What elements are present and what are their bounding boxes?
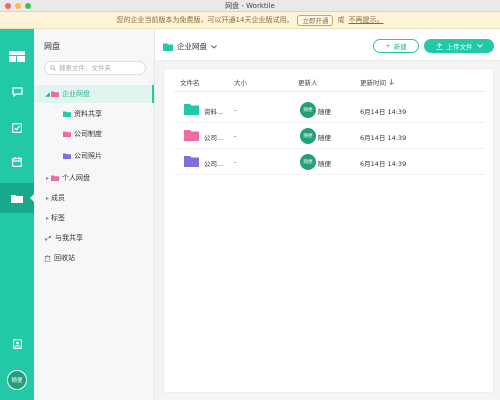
folder-icon <box>63 153 71 159</box>
sidebar-item-company-photos[interactable]: 公司照片 <box>34 147 154 165</box>
share-icon <box>44 235 52 241</box>
sidebar-item-recycle-bin[interactable]: 回收站 <box>34 249 154 267</box>
column-header-updater[interactable]: 更新人 <box>298 77 318 87</box>
sort-desc-icon <box>389 79 394 85</box>
avatar: 随便 <box>7 370 27 390</box>
sidebar-item-label: 公司照片 <box>74 152 102 160</box>
toolbar: 企业网盘 + 新建 上传文件 <box>155 29 500 61</box>
expand-arrow-icon[interactable]: ▸ <box>44 195 51 202</box>
new-button[interactable]: + 新建 <box>373 39 419 53</box>
sidebar-item-members[interactable]: ▸ 成员 <box>34 189 154 207</box>
sidebar-item-shared-with-me[interactable]: 与我共享 <box>34 229 154 247</box>
folder-icon <box>51 175 59 181</box>
sidebar-item-label: 标签 <box>51 214 65 222</box>
dismiss-banner-link[interactable]: 不再提示。 <box>348 15 383 25</box>
task-icon[interactable] <box>0 113 34 143</box>
sidebar-item-label: 企业网盘 <box>62 90 90 98</box>
banner-text: 您的企业当前版本为免费版，可以开通14天企业版试用。 <box>116 16 294 24</box>
file-name[interactable]: 公司... <box>204 132 223 142</box>
selected-indicator <box>152 85 154 103</box>
sidebar-item-label: 公司制度 <box>74 130 102 138</box>
window-title: 网盘 - Worktile <box>225 1 275 10</box>
banner-or-text: 或 <box>337 16 345 24</box>
column-header-size[interactable]: 大小 <box>234 77 247 87</box>
sidebar-item-label: 回收站 <box>54 254 75 262</box>
expand-arrow-icon[interactable]: ▸ <box>44 175 51 182</box>
minimize-window-button[interactable] <box>15 3 21 9</box>
column-header-label: 更新时间 <box>360 79 386 87</box>
folder-icon <box>184 156 199 167</box>
sidebar-item-tags[interactable]: ▸ 标签 <box>34 209 154 227</box>
sidebar-item-shared-docs[interactable]: 资料共享 <box>34 105 154 123</box>
expand-arrow-icon[interactable]: ◢ <box>44 91 51 98</box>
sidebar-item-label: 成员 <box>51 194 65 202</box>
new-button-label: 新建 <box>393 43 407 51</box>
table-row[interactable]: 资料... - 随便 随便 6月14日 14:39 <box>174 97 485 123</box>
trash-icon <box>44 254 51 262</box>
close-window-button[interactable] <box>5 3 11 9</box>
sidebar-item-label: 资料共享 <box>74 110 102 118</box>
table-row[interactable]: 公司... - 随便 随便 6月14日 14:39 <box>174 123 485 149</box>
column-header-name[interactable]: 文件名 <box>180 77 200 87</box>
sidebar-title: 网盘 <box>44 42 60 51</box>
file-name[interactable]: 公司... <box>204 158 223 168</box>
open-trial-button[interactable]: 立即开通 <box>297 14 334 26</box>
updated-time: 6月14日 14:39 <box>360 134 407 142</box>
updater-name: 随便 <box>318 134 331 142</box>
table-row[interactable]: 公司... - 随便 随便 6月14日 14:39 <box>174 149 485 175</box>
folder-icon <box>184 130 199 141</box>
file-size: - <box>234 106 237 114</box>
window-titlebar: 网盘 - Worktile <box>0 0 500 12</box>
folder-icon <box>163 43 173 51</box>
sidebar-item-enterprise-drive[interactable]: ◢ 企业网盘 <box>34 85 154 103</box>
drive-sidebar: 网盘 ◢ 企业网盘 资料共享 公司制度 公司照片 ▸ 个人网盘 ▸ 成员 ▸ 标… <box>34 29 155 400</box>
folder-icon[interactable] <box>0 183 34 213</box>
zoom-window-button[interactable] <box>25 3 31 9</box>
search-input[interactable] <box>59 64 143 72</box>
updated-time: 6月14日 14:39 <box>360 108 407 116</box>
chevron-down-icon <box>211 44 217 49</box>
search-icon <box>50 65 56 71</box>
file-list-panel: 文件名 大小 更新人 更新时间 资料... - 随便 随便 6月14日 14:3… <box>163 68 494 393</box>
folder-icon <box>184 104 199 115</box>
updater-avatar: 随便 <box>300 102 316 118</box>
main-area: 企业网盘 + 新建 上传文件 文件名 大小 更新人 更新时间 资料... - 随… <box>155 29 500 400</box>
upload-button-label: 上传文件 <box>446 43 473 51</box>
updated-time: 6月14日 14:39 <box>360 160 407 168</box>
expand-arrow-icon[interactable]: ▸ <box>44 215 51 222</box>
updater-avatar: 随便 <box>300 154 316 170</box>
updater-name: 随便 <box>318 160 331 168</box>
sidebar-item-personal-drive[interactable]: ▸ 个人网盘 <box>34 169 154 187</box>
column-header-updated-time[interactable]: 更新时间 <box>360 77 394 87</box>
chevron-down-icon[interactable] <box>476 44 483 48</box>
breadcrumb-label: 企业网盘 <box>177 42 207 51</box>
user-avatar[interactable]: 随便 <box>0 365 34 395</box>
chat-icon[interactable] <box>0 77 34 107</box>
app-rail: 随便 <box>0 29 34 400</box>
search-box[interactable] <box>44 61 146 75</box>
updater-avatar: 随便 <box>300 128 316 144</box>
upload-button[interactable]: 上传文件 <box>424 39 494 53</box>
header-divider <box>174 91 485 92</box>
sidebar-item-label: 与我共享 <box>55 234 83 242</box>
upload-icon <box>436 42 442 50</box>
folder-icon <box>63 131 71 137</box>
file-size: - <box>234 132 237 140</box>
trial-banner: 您的企业当前版本为免费版，可以开通14天企业版试用。 立即开通 或 不再提示。 <box>0 12 500 29</box>
apps-icon[interactable] <box>0 41 34 71</box>
folder-icon <box>63 111 71 117</box>
folder-icon <box>51 91 59 97</box>
updater-name: 随便 <box>318 108 331 116</box>
file-name[interactable]: 资料... <box>204 106 223 116</box>
calendar-icon[interactable] <box>0 147 34 177</box>
sidebar-item-label: 个人网盘 <box>62 174 90 182</box>
sidebar-item-company-policy[interactable]: 公司制度 <box>34 125 154 143</box>
window-controls <box>5 3 31 9</box>
file-size: - <box>234 158 237 166</box>
plus-icon: + <box>385 42 391 50</box>
contacts-icon[interactable] <box>0 329 34 359</box>
breadcrumb[interactable]: 企业网盘 <box>163 41 217 52</box>
